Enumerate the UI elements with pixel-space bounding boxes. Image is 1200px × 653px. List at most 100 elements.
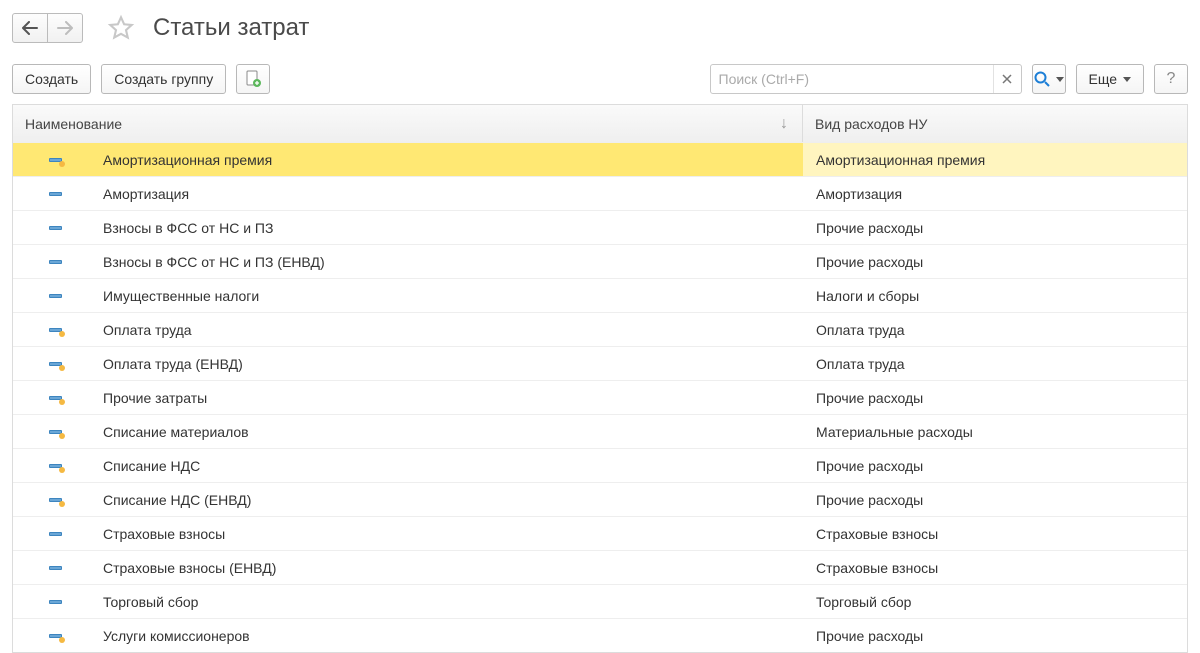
header: Статьи затрат	[0, 0, 1200, 58]
row-type: Торговый сбор	[816, 594, 911, 610]
cell-name: Списание материалов	[13, 415, 803, 448]
row-name: Амортизационная премия	[103, 152, 272, 168]
cell-type: Оплата труда	[803, 347, 1187, 380]
cell-name: Взносы в ФСС от НС и ПЗ	[13, 211, 803, 244]
column-header-type[interactable]: Вид расходов НУ	[803, 105, 1187, 142]
table-row[interactable]: Амортизация Амортизация	[13, 176, 1187, 210]
item-icon	[49, 527, 67, 541]
table-body: Амортизационная премия Амортизационная пр…	[13, 142, 1187, 652]
column-header-name[interactable]: Наименование ↓	[13, 105, 803, 142]
row-name: Взносы в ФСС от НС и ПЗ (ЕНВД)	[103, 254, 325, 270]
file-add-button[interactable]	[236, 64, 270, 94]
table-row[interactable]: Страховые взносы (ЕНВД)Страховые взносы	[13, 550, 1187, 584]
cell-name: Амортизация	[13, 177, 803, 210]
cell-type: Прочие расходы	[803, 211, 1187, 244]
close-icon	[1002, 74, 1012, 84]
item-icon	[49, 289, 67, 303]
cell-type: Страховые взносы	[803, 517, 1187, 550]
favorite-button[interactable]	[101, 10, 141, 46]
cell-name: Прочие затраты	[13, 381, 803, 414]
table-row[interactable]: Списание НДСПрочие расходы	[13, 448, 1187, 482]
table-row[interactable]: Амортизационная премия Амортизационная пр…	[13, 142, 1187, 176]
row-type: Амортизационная премия	[816, 152, 985, 168]
predefined-item-icon	[49, 493, 67, 507]
row-name: Списание материалов	[103, 424, 249, 440]
row-type: Прочие расходы	[816, 492, 923, 508]
search-clear-button[interactable]	[993, 64, 1021, 94]
create-group-button[interactable]: Создать группу	[101, 64, 226, 94]
cell-type: Амортизация	[803, 177, 1187, 210]
table-row[interactable]: Списание НДС (ЕНВД) Прочие расходы	[13, 482, 1187, 516]
cell-name: Амортизационная премия	[13, 143, 803, 176]
row-name: Торговый сбор	[103, 594, 198, 610]
row-type: Страховые взносы	[816, 526, 938, 542]
row-type: Прочие расходы	[816, 220, 923, 236]
search-field[interactable]	[710, 64, 1022, 94]
row-name: Оплата труда (ЕНВД)	[103, 356, 243, 372]
page-title: Статьи затрат	[153, 14, 309, 42]
cell-type: Страховые взносы	[803, 551, 1187, 584]
cell-name: Списание НДС	[13, 449, 803, 482]
table-row[interactable]: Прочие затраты Прочие расходы	[13, 380, 1187, 414]
table-row[interactable]: Торговый сбор Торговый сбор	[13, 584, 1187, 618]
nav-back-button[interactable]	[12, 13, 48, 43]
cell-type: Амортизационная премия	[803, 143, 1187, 176]
cell-name: Списание НДС (ЕНВД)	[13, 483, 803, 516]
row-type: Прочие расходы	[816, 390, 923, 406]
item-icon	[49, 595, 67, 609]
cell-type: Прочие расходы	[803, 483, 1187, 516]
row-type: Амортизация	[816, 186, 902, 202]
more-button[interactable]: Еще	[1076, 64, 1145, 94]
cell-name: Торговый сбор	[13, 585, 803, 618]
cell-type: Торговый сбор	[803, 585, 1187, 618]
cell-type: Прочие расходы	[803, 449, 1187, 482]
table-row[interactable]: Оплата труда Оплата труда	[13, 312, 1187, 346]
search-input[interactable]	[711, 71, 993, 87]
row-type: Прочие расходы	[816, 628, 923, 644]
cell-type: Прочие расходы	[803, 245, 1187, 278]
predefined-item-icon	[49, 629, 67, 643]
row-name: Взносы в ФСС от НС и ПЗ	[103, 220, 273, 236]
cell-type: Прочие расходы	[803, 619, 1187, 652]
table-row[interactable]: Взносы в ФСС от НС и ПЗ Прочие расходы	[13, 210, 1187, 244]
predefined-item-icon	[49, 391, 67, 405]
predefined-item-icon	[49, 323, 67, 337]
cell-name: Страховые взносы (ЕНВД)	[13, 551, 803, 584]
create-button[interactable]: Создать	[12, 64, 91, 94]
cell-type: Материальные расходы	[803, 415, 1187, 448]
table-row[interactable]: Услуги комиссионеров Прочие расходы	[13, 618, 1187, 652]
help-button[interactable]: ?	[1154, 64, 1188, 94]
chevron-down-icon	[1123, 77, 1131, 82]
predefined-item-icon	[49, 459, 67, 473]
search-button[interactable]	[1032, 64, 1066, 94]
table-row[interactable]: Страховые взносы Страховые взносы	[13, 516, 1187, 550]
file-plus-icon	[245, 70, 261, 88]
row-name: Услуги комиссионеров	[103, 628, 250, 644]
row-type: Налоги и сборы	[816, 288, 919, 304]
column-type-label: Вид расходов НУ	[815, 116, 927, 132]
table-row[interactable]: Списание материалов Материальные расходы	[13, 414, 1187, 448]
cell-type: Оплата труда	[803, 313, 1187, 346]
table-row[interactable]: Имущественные налоги Налоги и сборы	[13, 278, 1187, 312]
cell-type: Прочие расходы	[803, 381, 1187, 414]
predefined-item-icon	[49, 425, 67, 439]
star-icon	[107, 14, 135, 42]
nav-forward-button[interactable]	[47, 13, 83, 43]
row-name: Оплата труда	[103, 322, 192, 338]
table-row[interactable]: Оплата труда (ЕНВД) Оплата труда	[13, 346, 1187, 380]
cell-name: Оплата труда	[13, 313, 803, 346]
chevron-down-icon	[1056, 77, 1064, 82]
cell-type: Налоги и сборы	[803, 279, 1187, 312]
row-name: Страховые взносы	[103, 526, 225, 542]
more-label: Еще	[1089, 71, 1118, 87]
cost-items-table: Наименование ↓ Вид расходов НУ Амортизац…	[12, 104, 1188, 653]
table-header: Наименование ↓ Вид расходов НУ	[13, 104, 1187, 142]
cell-name: Имущественные налоги	[13, 279, 803, 312]
item-icon	[49, 561, 67, 575]
cell-name: Услуги комиссионеров	[13, 619, 803, 652]
table-row[interactable]: Взносы в ФСС от НС и ПЗ (ЕНВД) Прочие рас…	[13, 244, 1187, 278]
row-name: Списание НДС (ЕНВД)	[103, 492, 251, 508]
predefined-item-icon	[49, 153, 67, 167]
row-type: Оплата труда	[816, 356, 905, 372]
cell-name: Страховые взносы	[13, 517, 803, 550]
